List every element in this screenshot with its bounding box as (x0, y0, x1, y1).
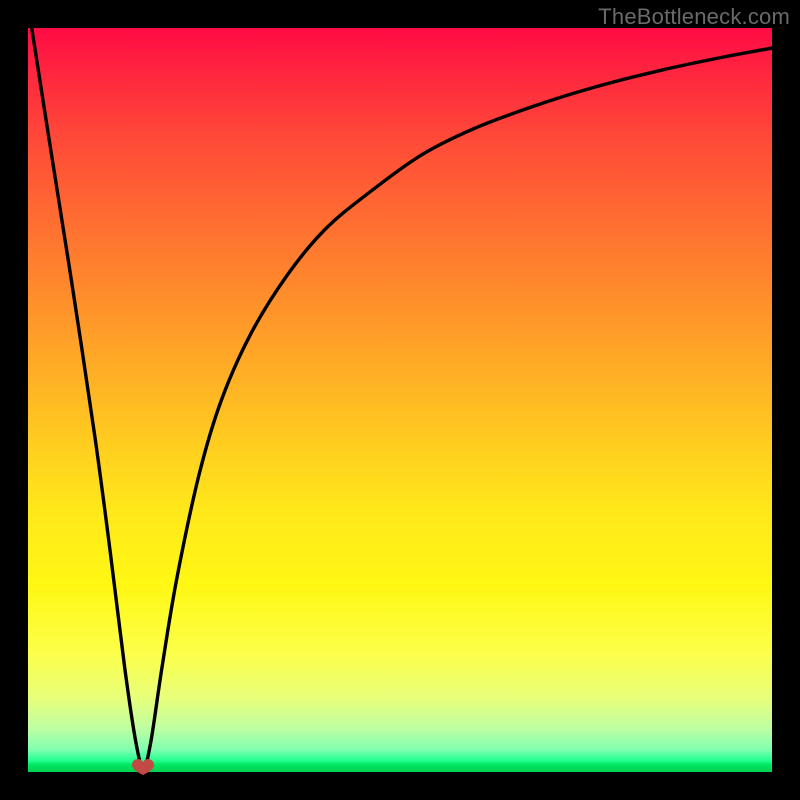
watermark-text: TheBottleneck.com (598, 4, 790, 30)
bottleneck-curve (28, 28, 772, 772)
chart-frame: TheBottleneck.com (0, 0, 800, 800)
plot-area (28, 28, 772, 772)
